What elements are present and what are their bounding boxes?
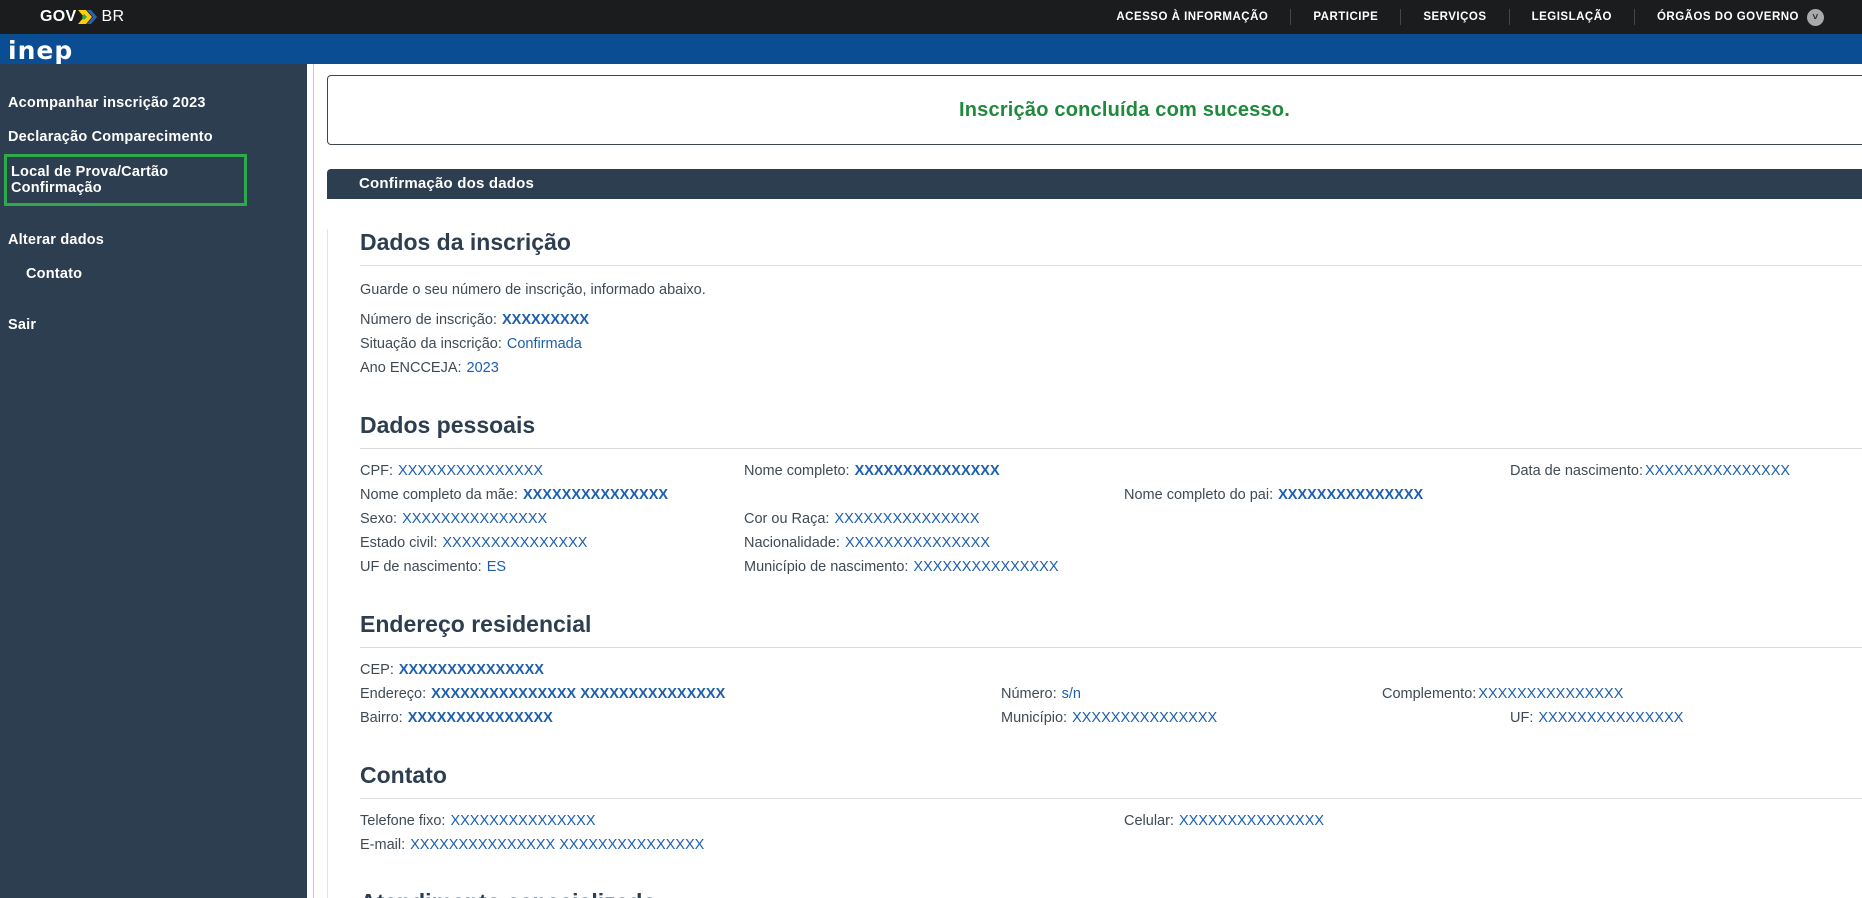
- data-row: Nome completo da mãe:XXXXXXXXXXXXXXX Nom…: [360, 485, 1862, 509]
- data-row: Sexo:XXXXXXXXXXXXXXX Cor ou Raça:XXXXXXX…: [360, 509, 1862, 533]
- section-contato: Contato Telefone fixo:XXXXXXXXXXXXXXX Ce…: [360, 762, 1862, 859]
- govbr-logo-gov: GOV: [40, 8, 76, 26]
- field-cep: CEP:XXXXXXXXXXXXXXX: [360, 662, 544, 678]
- data-row: E-mail:XXXXXXXXXXXXXXX XXXXXXXXXXXXXXX: [360, 835, 1862, 859]
- field-nome-mae: Nome completo da mãe:XXXXXXXXXXXXXXX: [360, 487, 668, 503]
- main-content: Inscrição concluída com sucesso. Confirm…: [313, 64, 1862, 898]
- data-row: Situação da inscrição:Confirmada: [360, 334, 1862, 358]
- section-dados-inscricao: Dados da inscrição Guarde o seu número d…: [360, 229, 1862, 382]
- field-complemento: Complemento:XXXXXXXXXXXXXXX: [1382, 686, 1623, 702]
- top-menu: ACESSO À INFORMAÇÃO PARTICIPE SERVIÇOS L…: [1094, 0, 1846, 34]
- field-email: E-mail:XXXXXXXXXXXXXXX XXXXXXXXXXXXXXX: [360, 837, 704, 853]
- field-endereco: Endereço:XXXXXXXXXXXXXXX XXXXXXXXXXXXXXX: [360, 686, 725, 702]
- field-numero: Número:s/n: [1001, 686, 1081, 702]
- data-row: UF de nascimento:ES Município de nascime…: [360, 557, 1862, 581]
- data-row: Estado civil:XXXXXXXXXXXXXXX Nacionalida…: [360, 533, 1862, 557]
- field-uf: UF:XXXXXXXXXXXXXXX: [1510, 710, 1683, 726]
- menu-item-orgaos-governo[interactable]: ÓRGÃOS DO GOVERNO ˅: [1634, 9, 1846, 25]
- section-atendimento-especializado: Atendimento especializado Necessita de a…: [360, 889, 1862, 898]
- menu-item-participe[interactable]: PARTICIPE: [1290, 9, 1400, 25]
- field-municipio-nascimento: Município de nascimento:XXXXXXXXXXXXXXX: [744, 559, 1059, 575]
- section-endereco-residencial: Endereço residencial CEP:XXXXXXXXXXXXXXX…: [360, 611, 1862, 732]
- field-cpf: CPF:XXXXXXXXXXXXXXX: [360, 463, 543, 479]
- sidebar-item-sair[interactable]: Sair: [0, 308, 307, 342]
- field-cor-raca: Cor ou Raça:XXXXXXXXXXXXXXX: [744, 511, 980, 527]
- data-row: CEP:XXXXXXXXXXXXXXX: [360, 660, 1862, 684]
- field-ano-encceja: Ano ENCCEJA:2023: [360, 360, 499, 376]
- section-intro: Guarde o seu número de inscrição, inform…: [360, 282, 1862, 298]
- field-telefone-fixo: Telefone fixo:XXXXXXXXXXXXXXX: [360, 813, 596, 829]
- menu-item-orgaos-governo-label: ÓRGÃOS DO GOVERNO: [1657, 11, 1799, 23]
- govbr-logo-br: BR: [101, 8, 124, 26]
- field-sexo: Sexo:XXXXXXXXXXXXXXX: [360, 511, 547, 527]
- field-numero-inscricao: Número de inscrição:XXXXXXXXX: [360, 312, 589, 328]
- section-title-atendimento: Atendimento especializado: [360, 889, 1862, 898]
- sidebar-navigation: Acompanhar inscrição 2023 Declaração Com…: [0, 64, 307, 898]
- section-title-endereco: Endereço residencial: [360, 611, 1862, 648]
- menu-item-legislacao[interactable]: LEGISLAÇÃO: [1509, 9, 1634, 25]
- sidebar-item-contato[interactable]: Contato: [0, 257, 307, 291]
- field-municipio: Município:XXXXXXXXXXXXXXX: [1001, 710, 1217, 726]
- field-uf-nascimento: UF de nascimento:ES: [360, 559, 506, 575]
- field-estado-civil: Estado civil:XXXXXXXXXXXXXXX: [360, 535, 587, 551]
- section-dados-pessoais: Dados pessoais CPF:XXXXXXXXXXXXXXX Nome …: [360, 412, 1862, 581]
- field-situacao-inscricao: Situação da inscrição:Confirmada: [360, 336, 582, 352]
- inep-logo[interactable]: inep: [8, 38, 73, 63]
- data-row: Ano ENCCEJA:2023: [360, 358, 1862, 382]
- field-nome-completo: Nome completo:XXXXXXXXXXXXXXX: [744, 463, 1000, 479]
- success-message: Inscrição concluída com sucesso.: [959, 99, 1290, 122]
- data-row: CPF:XXXXXXXXXXXXXXX Nome completo:XXXXXX…: [360, 461, 1862, 485]
- inep-header-bar: inep: [0, 34, 1862, 64]
- data-row: Endereço:XXXXXXXXXXXXXXX XXXXXXXXXXXXXXX…: [360, 684, 1862, 708]
- sidebar-item-declaracao-comparecimento[interactable]: Declaração Comparecimento: [0, 120, 307, 154]
- field-data-nascimento: Data de nascimento:XXXXXXXXXXXXXXX: [1510, 463, 1790, 479]
- sidebar-item-local-prova-cartao[interactable]: Local de Prova/Cartão Confirmação: [4, 154, 247, 206]
- menu-item-servicos[interactable]: SERVIÇOS: [1400, 9, 1508, 25]
- section-title-dados-inscricao: Dados da inscrição: [360, 229, 1862, 266]
- field-celular: Celular:XXXXXXXXXXXXXXX: [1124, 813, 1324, 829]
- confirmation-panel: Confirmação dos dados Dados da inscrição…: [327, 169, 1862, 898]
- chevron-down-icon[interactable]: ˅: [1807, 9, 1824, 26]
- menu-item-acesso-informacao[interactable]: ACESSO À INFORMAÇÃO: [1094, 9, 1290, 25]
- data-row: Número de inscrição:XXXXXXXXX: [360, 310, 1862, 334]
- section-title-contato: Contato: [360, 762, 1862, 799]
- section-title-dados-pessoais: Dados pessoais: [360, 412, 1862, 449]
- data-row: Bairro:XXXXXXXXXXXXXXX Município:XXXXXXX…: [360, 708, 1862, 732]
- sidebar-item-alterar-dados[interactable]: Alterar dados: [0, 223, 307, 257]
- field-nome-pai: Nome completo do pai:XXXXXXXXXXXXXXX: [1124, 487, 1423, 503]
- panel-title-bar: Confirmação dos dados: [327, 169, 1862, 199]
- field-bairro: Bairro:XXXXXXXXXXXXXXX: [360, 710, 553, 726]
- sidebar-item-acompanhar-inscricao[interactable]: Acompanhar inscrição 2023: [0, 86, 307, 120]
- field-nacionalidade: Nacionalidade:XXXXXXXXXXXXXXX: [744, 535, 990, 551]
- govbr-logo[interactable]: GOV BR: [40, 8, 124, 26]
- govbr-arrow-icon: [78, 10, 98, 24]
- success-message-box: Inscrição concluída com sucesso.: [327, 75, 1862, 145]
- government-top-bar: GOV BR ACESSO À INFORMAÇÃO PARTICIPE SER…: [0, 0, 1862, 34]
- panel-content: Dados da inscrição Guarde o seu número d…: [327, 229, 1862, 898]
- data-row: Telefone fixo:XXXXXXXXXXXXXXX Celular:XX…: [360, 811, 1862, 835]
